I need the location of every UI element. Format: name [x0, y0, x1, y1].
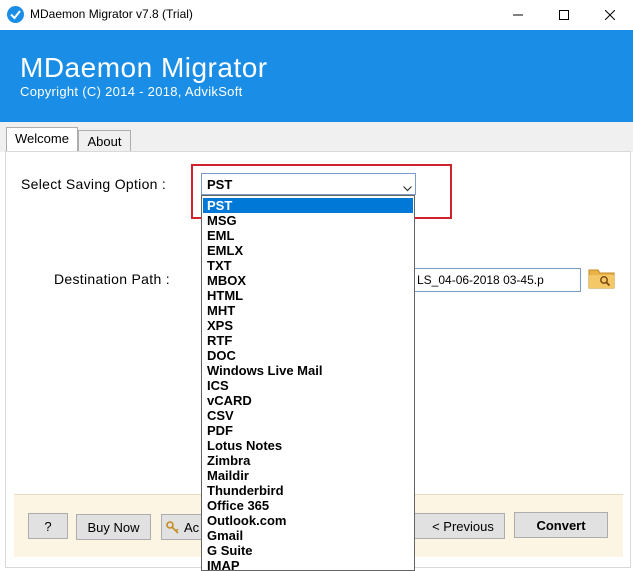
dropdown-option-zimbra[interactable]: Zimbra: [203, 453, 413, 468]
browse-folder-icon[interactable]: [588, 265, 616, 291]
dropdown-option-txt[interactable]: TXT: [203, 258, 413, 273]
tab-strip: Welcome About: [0, 122, 633, 153]
destination-path-label: Destination Path :: [54, 271, 170, 287]
dropdown-option-xps[interactable]: XPS: [203, 318, 413, 333]
dropdown-option-ics[interactable]: ICS: [203, 378, 413, 393]
dropdown-option-html[interactable]: HTML: [203, 288, 413, 303]
dropdown-option-eml[interactable]: EML: [203, 228, 413, 243]
dropdown-option-pst[interactable]: PST: [203, 198, 413, 213]
copyright-text: Copyright (C) 2014 - 2018, AdvikSoft: [20, 84, 243, 99]
dropdown-option-outlook-com[interactable]: Outlook.com: [203, 513, 413, 528]
dropdown-option-gmail[interactable]: Gmail: [203, 528, 413, 543]
saving-option-label: Select Saving Option :: [21, 176, 167, 192]
saving-option-dropdown[interactable]: PST MSG EML EMLX TXT MBOX HTML MHT XPS RTF DOC Wind…: [201, 195, 415, 571]
tab-welcome[interactable]: Welcome: [6, 127, 78, 152]
dropdown-option-windows-live-mail[interactable]: Windows Live Mail: [203, 363, 413, 378]
help-button[interactable]: ?: [28, 513, 68, 539]
dropdown-option-emlx[interactable]: EMLX: [203, 243, 413, 258]
dropdown-option-doc[interactable]: DOC: [203, 348, 413, 363]
dropdown-option-mbox[interactable]: MBOX: [203, 273, 413, 288]
buy-now-button[interactable]: Buy Now: [76, 514, 151, 540]
dropdown-option-maildir[interactable]: Maildir: [203, 468, 413, 483]
app-title: MDaemon Migrator: [20, 52, 268, 83]
app-logo-icon: [7, 6, 24, 23]
destination-path-value: LS_04-06-2018 03-45.p: [417, 273, 544, 287]
close-button[interactable]: [587, 0, 633, 30]
dropdown-option-csv[interactable]: CSV: [203, 408, 413, 423]
key-icon: [166, 521, 179, 534]
window-title: MDaemon Migrator v7.8 (Trial): [30, 7, 193, 21]
previous-button[interactable]: < Previous: [413, 513, 505, 539]
tab-about[interactable]: About: [78, 130, 131, 153]
title-bar: MDaemon Migrator v7.8 (Trial): [0, 0, 633, 30]
dropdown-option-imap[interactable]: IMAP: [203, 558, 413, 570]
dropdown-option-rtf[interactable]: RTF: [203, 333, 413, 348]
dropdown-option-msg[interactable]: MSG: [203, 213, 413, 228]
dropdown-option-g-suite[interactable]: G Suite: [203, 543, 413, 558]
minimize-button[interactable]: [495, 0, 541, 30]
dropdown-option-mht[interactable]: MHT: [203, 303, 413, 318]
activate-label: Ac: [184, 520, 200, 535]
dropdown-option-thunderbird[interactable]: Thunderbird: [203, 483, 413, 498]
dropdown-option-vcard[interactable]: vCARD: [203, 393, 413, 408]
dropdown-option-office-365[interactable]: Office 365: [203, 498, 413, 513]
dropdown-option-lotus-notes[interactable]: Lotus Notes: [203, 438, 413, 453]
header-banner: MDaemon Migrator Copyright (C) 2014 - 20…: [0, 30, 633, 122]
destination-path-input[interactable]: LS_04-06-2018 03-45.p: [414, 268, 581, 292]
dropdown-option-pdf[interactable]: PDF: [203, 423, 413, 438]
maximize-button[interactable]: [541, 0, 587, 30]
convert-button[interactable]: Convert: [514, 512, 608, 538]
